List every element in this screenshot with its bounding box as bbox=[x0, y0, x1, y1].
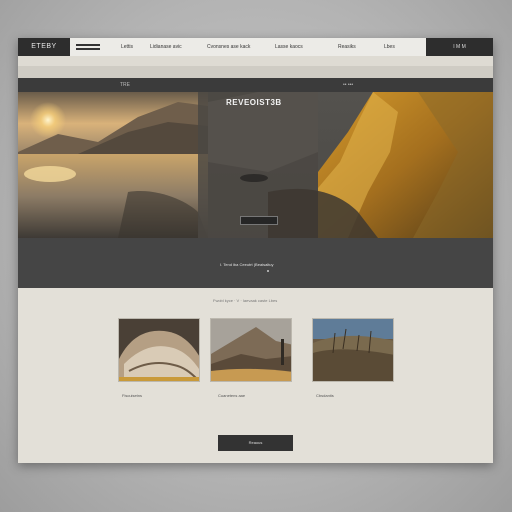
hero-banner: REVEOIST3B bbox=[18, 92, 493, 238]
nav-link-6[interactable]: Lbes bbox=[384, 38, 395, 56]
gallery-image-2 bbox=[211, 319, 291, 381]
gallery-caption-3: Cbsdantis bbox=[316, 393, 334, 398]
gallery-card-1[interactable] bbox=[118, 318, 200, 382]
gallery-image-3 bbox=[313, 319, 393, 381]
gallery-image-1 bbox=[119, 319, 199, 381]
gallery-card-3[interactable] bbox=[312, 318, 394, 382]
gallery-section-label: Fwobl kyce · V · Iaevaak caste Lbes bbox=[213, 298, 278, 303]
hero-tab-bar: TRE •• ••• bbox=[18, 78, 493, 92]
gallery-card-2[interactable] bbox=[210, 318, 292, 382]
nav-link-2[interactable]: Lidianase avic bbox=[150, 38, 182, 56]
hero-tab-right[interactable]: •• ••• bbox=[343, 78, 353, 92]
cta-button[interactable]: Reaous bbox=[218, 435, 293, 451]
sub-bar bbox=[18, 56, 493, 66]
website-frame: ETEBY Lettis Lidianase avic Cvonsnes ase… bbox=[18, 38, 493, 463]
nav-link-5[interactable]: Reasiks bbox=[338, 38, 356, 56]
hero-caption: I. Tend iba Ceeutrt (Beaisaltuy bbox=[220, 262, 274, 267]
brand-logo[interactable]: ETEBY bbox=[18, 38, 70, 56]
hero-play-button[interactable] bbox=[240, 216, 278, 225]
caption-dot bbox=[267, 270, 269, 272]
hero-tab-label[interactable]: TRE bbox=[120, 78, 130, 92]
top-navigation: ETEBY Lettis Lidianase avic Cvonsnes ase… bbox=[18, 38, 493, 56]
menu-icon[interactable] bbox=[76, 44, 100, 50]
nav-link-4[interactable]: Lasse kaocs bbox=[275, 38, 303, 56]
sub-bar-secondary bbox=[18, 66, 493, 78]
gallery-caption-1: Fiscuisetns bbox=[122, 393, 143, 398]
nav-link-3[interactable]: Cvonsnes ase kack bbox=[207, 38, 250, 56]
hero-caption-band: I. Tend iba Ceeutrt (Beaisaltuy bbox=[18, 238, 493, 288]
hero-title: REVEOIST3B bbox=[226, 98, 282, 107]
account-menu[interactable]: I M M bbox=[426, 38, 493, 56]
gallery-caption-2: Cuanetens aae bbox=[218, 393, 246, 398]
nav-link-1[interactable]: Lettis bbox=[121, 38, 133, 56]
